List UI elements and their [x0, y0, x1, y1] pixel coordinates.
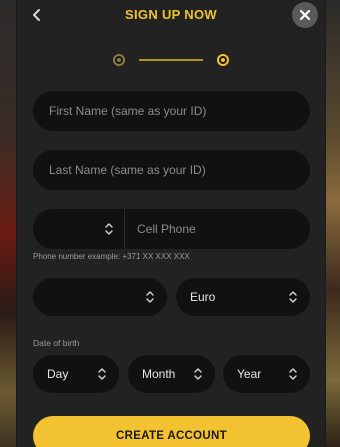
phone-field	[33, 209, 338, 249]
page-title: SIGN UP NOW	[125, 7, 217, 22]
dob-day-value: Day	[47, 367, 69, 381]
step-connector	[139, 59, 203, 61]
signup-modal: SIGN UP NOW Phone number example: +371 X…	[16, 0, 338, 447]
first-name-field[interactable]	[33, 91, 310, 131]
country-select[interactable]	[33, 278, 167, 316]
background-image-left	[0, 0, 16, 447]
phone-helper-text: Phone number example: +371 XX XXX XXX	[33, 252, 190, 261]
dob-month-value: Month	[142, 367, 176, 381]
dob-year-select[interactable]: Year	[223, 355, 310, 393]
dob-month-select[interactable]: Month	[128, 355, 215, 393]
dob-year-value: Year	[237, 367, 262, 381]
last-name-input[interactable]	[33, 163, 310, 177]
step-2-indicator	[217, 54, 229, 66]
currency-select-value: Euro	[190, 290, 216, 304]
select-arrows-icon	[288, 367, 298, 381]
select-arrows-icon	[288, 290, 298, 304]
phone-code-select[interactable]	[33, 209, 125, 249]
first-name-input[interactable]	[33, 104, 310, 118]
progress-stepper	[17, 50, 325, 70]
cell-phone-input[interactable]	[125, 222, 338, 236]
modal-header: SIGN UP NOW	[17, 0, 325, 30]
phone-input-wrap	[125, 220, 338, 238]
currency-select[interactable]: Euro	[176, 278, 310, 316]
select-arrows-icon	[145, 290, 155, 304]
select-arrows-icon	[105, 223, 113, 235]
close-button[interactable]	[292, 2, 318, 28]
select-arrows-icon	[97, 367, 107, 381]
close-icon	[299, 9, 311, 21]
dob-label: Date of birth	[33, 338, 80, 348]
create-account-button[interactable]: CREATE ACCOUNT	[33, 416, 310, 447]
dob-day-select[interactable]: Day	[33, 355, 119, 393]
step-1-indicator	[113, 54, 125, 66]
last-name-field[interactable]	[33, 150, 310, 190]
select-arrows-icon	[193, 367, 203, 381]
